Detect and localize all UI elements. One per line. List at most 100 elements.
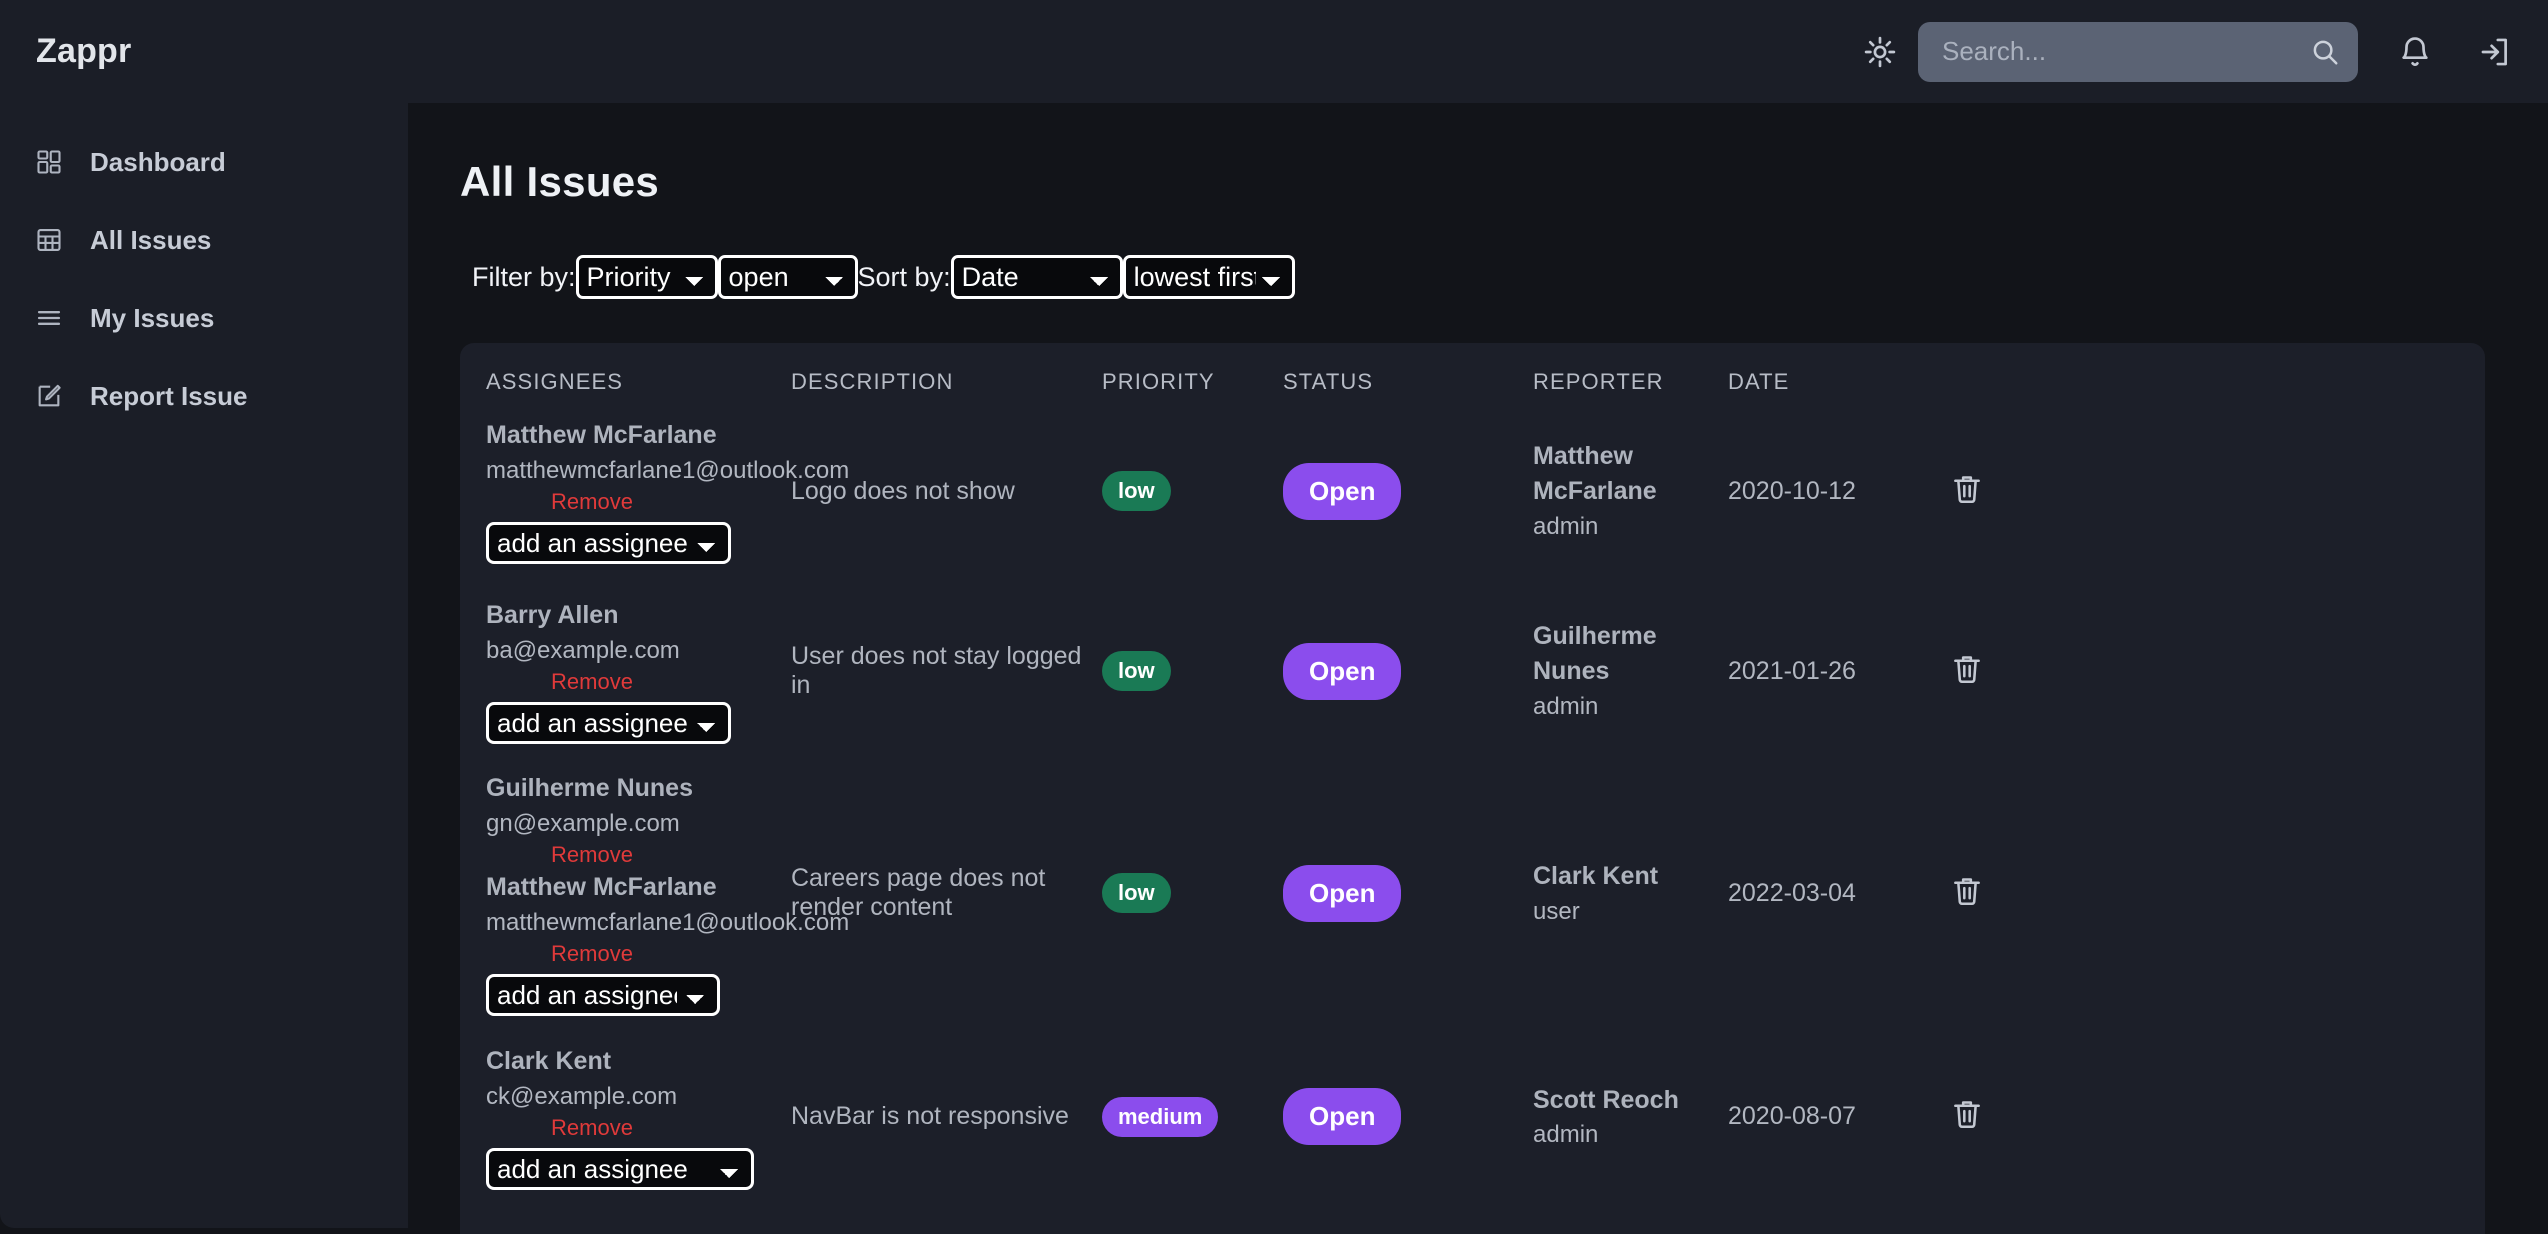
assignees-cell: Matthew McFarlane matthewmcfarlane1@outl… xyxy=(486,418,791,563)
reporter-role: admin xyxy=(1533,690,1728,723)
reporter-role: admin xyxy=(1533,1118,1728,1151)
remove-assignee-link[interactable]: Remove xyxy=(486,1113,698,1144)
reporter-name: Scott Reoch xyxy=(1533,1083,1728,1119)
page-title: All Issues xyxy=(460,158,2548,206)
dashboard-grid-icon xyxy=(34,147,64,177)
sidebar-item-label: My Issues xyxy=(90,303,214,334)
remove-assignee-link[interactable]: Remove xyxy=(486,667,698,698)
reporter-cell: Scott Reoch admin xyxy=(1533,1083,1728,1152)
sun-icon[interactable] xyxy=(1850,22,1910,82)
table-header-row: ASSIGNEES DESCRIPTION PRIORITY STATUS RE… xyxy=(460,343,2485,401)
search-input[interactable] xyxy=(1918,22,2358,82)
reporter-name: Guilherme Nunes xyxy=(1533,619,1728,690)
issue-date: 2021-01-26 xyxy=(1728,657,1950,686)
priority-cell: low xyxy=(1102,873,1283,913)
column-header-description: DESCRIPTION xyxy=(791,369,1102,395)
remove-assignee-link[interactable]: Remove xyxy=(486,487,698,518)
table-icon xyxy=(34,225,64,255)
logout-icon[interactable] xyxy=(2464,21,2526,83)
sidebar-item-label: Report Issue xyxy=(90,381,248,412)
delete-cell xyxy=(1950,652,2084,691)
assignee-name: Matthew McFarlane xyxy=(486,870,781,906)
remove-assignee-link[interactable]: Remove xyxy=(486,840,698,871)
assignee-email: matthewmcfarlane1@outlook.com xyxy=(486,454,781,487)
remove-assignee-link[interactable]: Remove xyxy=(486,939,698,970)
priority-badge: low xyxy=(1102,651,1171,691)
reporter-role: user xyxy=(1533,895,1728,928)
status-cell: Open xyxy=(1283,1088,1533,1145)
top-bar-actions xyxy=(1850,0,2526,103)
reporter-name: Clark Kent xyxy=(1533,859,1728,895)
list-lines-icon xyxy=(34,303,64,333)
issue-date: 2020-10-12 xyxy=(1728,477,1950,506)
issues-table: ASSIGNEES DESCRIPTION PRIORITY STATUS RE… xyxy=(460,343,2485,1234)
status-button[interactable]: Open xyxy=(1283,643,1401,700)
sidebar-item-label: Dashboard xyxy=(90,147,226,178)
reporter-name: Matthew McFarlane xyxy=(1533,439,1728,510)
add-assignee-select[interactable]: add an assignee xyxy=(486,522,731,564)
filter-status-select[interactable]: open xyxy=(718,255,858,299)
assignee-name: Guilherme Nunes xyxy=(486,771,781,807)
sort-by-label: Sort by: xyxy=(858,262,951,293)
filter-bar: Filter by: Priority open Sort by: Date l… xyxy=(472,254,2548,300)
app-brand: Zappr xyxy=(36,32,131,71)
status-cell: Open xyxy=(1283,865,1533,922)
assignee-name: Barry Allen xyxy=(486,598,781,634)
status-cell: Open xyxy=(1283,643,1533,700)
main-content: All Issues Filter by: Priority open Sort… xyxy=(408,103,2548,1234)
table-row: Matthew McFarlane matthewmcfarlane1@outl… xyxy=(460,401,2485,581)
app-root: Zappr xyxy=(0,0,2548,1234)
priority-badge: low xyxy=(1102,873,1171,913)
priority-badge: low xyxy=(1102,471,1171,511)
column-header-priority: PRIORITY xyxy=(1102,369,1283,395)
filter-priority-select[interactable]: Priority xyxy=(576,255,718,299)
column-header-status: STATUS xyxy=(1283,369,1533,395)
assignee-name: Matthew McFarlane xyxy=(486,418,781,454)
sidebar-item-my-issues[interactable]: My Issues xyxy=(0,279,408,357)
sidebar: Dashboard All Issues My Issues xyxy=(0,103,408,1228)
assignees-cell: Barry Allen ba@example.com Remove add an… xyxy=(486,598,791,743)
table-row: Guilherme Nunes gn@example.com Remove Ma… xyxy=(460,761,2485,1026)
priority-cell: medium xyxy=(1102,1097,1283,1137)
assignee-name: Clark Kent xyxy=(486,1044,781,1080)
column-header-date: DATE xyxy=(1728,369,1950,395)
column-header-assignees: ASSIGNEES xyxy=(486,369,791,395)
sort-field-select[interactable]: Date xyxy=(951,255,1123,299)
issue-description: Logo does not show xyxy=(791,477,1102,506)
trash-icon[interactable] xyxy=(1950,874,1984,908)
issue-description: Careers page does not render content xyxy=(791,864,1102,922)
sidebar-item-report-issue[interactable]: Report Issue xyxy=(0,357,408,435)
trash-icon[interactable] xyxy=(1950,652,1984,686)
assignee-email: matthewmcfarlane1@outlook.com xyxy=(486,906,781,939)
reporter-cell: Clark Kent user xyxy=(1533,859,1728,928)
filter-by-label: Filter by: xyxy=(472,262,576,293)
search-box[interactable] xyxy=(1918,22,2358,82)
sort-order-select[interactable]: lowest first xyxy=(1123,255,1295,299)
delete-cell xyxy=(1950,1097,2084,1136)
reporter-role: admin xyxy=(1533,510,1728,543)
status-button[interactable]: Open xyxy=(1283,463,1401,520)
assignee-email: gn@example.com xyxy=(486,807,781,840)
trash-icon[interactable] xyxy=(1950,1097,1984,1131)
table-row: Barry Allen ba@example.com Remove add an… xyxy=(460,581,2485,761)
sidebar-item-label: All Issues xyxy=(90,225,211,256)
top-bar: Zappr xyxy=(0,0,2548,103)
priority-badge: medium xyxy=(1102,1097,1218,1137)
sidebar-item-dashboard[interactable]: Dashboard xyxy=(0,123,408,201)
assignees-cell: Guilherme Nunes gn@example.com Remove Ma… xyxy=(486,771,791,1016)
column-header-reporter: REPORTER xyxy=(1533,369,1728,395)
issue-description: User does not stay logged in xyxy=(791,642,1102,700)
status-button[interactable]: Open xyxy=(1283,865,1401,922)
issue-date: 2020-08-07 xyxy=(1728,1102,1950,1131)
reporter-cell: Matthew McFarlane admin xyxy=(1533,439,1728,543)
trash-icon[interactable] xyxy=(1950,472,1984,506)
bell-icon[interactable] xyxy=(2384,21,2446,83)
delete-cell xyxy=(1950,874,2084,913)
add-assignee-select[interactable]: add an assignee xyxy=(486,1148,754,1190)
add-assignee-select[interactable]: add an assignee xyxy=(486,702,731,744)
add-assignee-select[interactable]: add an assignee xyxy=(486,974,720,1016)
priority-cell: low xyxy=(1102,651,1283,691)
status-button[interactable]: Open xyxy=(1283,1088,1401,1145)
sidebar-item-all-issues[interactable]: All Issues xyxy=(0,201,408,279)
status-cell: Open xyxy=(1283,463,1533,520)
